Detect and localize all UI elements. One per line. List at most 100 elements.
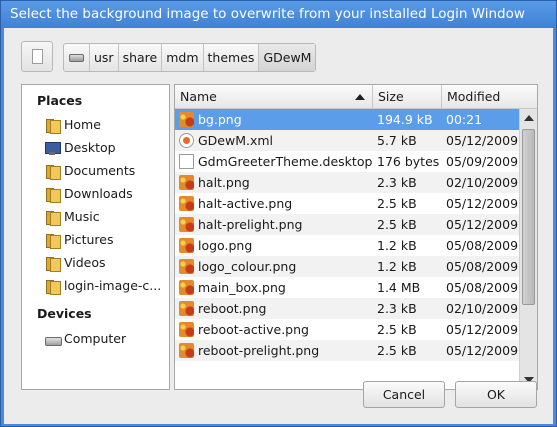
image-file-icon [179,217,194,232]
type-location-button[interactable] [21,41,53,72]
sidebar-item-home[interactable]: Home [44,114,101,135]
sidebar-item-label: login-image-c... [64,278,162,293]
file-row[interactable]: reboot.png 2.3 kB 02/10/2009 [175,298,519,319]
image-file-icon [179,238,194,253]
sidebar-item-label: Documents [64,163,136,178]
devices-header: Devices [37,306,92,321]
file-chooser-dialog: Select the background image to overwrite… [0,0,557,427]
file-size: 2.5 kB [377,343,417,358]
dialog-content: usr share mdm themes GDewM Places Home D… [4,28,553,424]
file-rows: bg.png 194.9 kB 00:21 GDewM.xml 5.7 kB 0… [175,109,519,361]
title-bar[interactable]: Select the background image to overwrite… [1,1,556,28]
folder-icon [44,209,61,226]
sidebar-item-label: Home [64,117,101,132]
path-segment-themes[interactable]: themes [204,44,260,71]
file-name: reboot.png [198,301,267,316]
vertical-scrollbar[interactable] [519,109,537,389]
file-size: 2.3 kB [377,301,417,316]
file-row[interactable]: reboot-prelight.png 2.5 kB 05/12/2009 [175,340,519,361]
path-root-button[interactable] [64,44,90,71]
file-size: 1.4 MB [377,280,421,295]
file-modified: 05/08/2009 [446,238,519,253]
file-row[interactable]: main_box.png 1.4 MB 05/08/2009 [175,277,519,298]
file-name: reboot-prelight.png [198,343,320,358]
file-size: 194.9 kB [377,112,433,127]
scroll-up-icon[interactable] [524,115,534,121]
file-row[interactable]: logo_colour.png 1.2 kB 05/08/2009 [175,256,519,277]
path-segment-gdewm[interactable]: GDewM [259,44,316,71]
file-name: GDewM.xml [198,133,274,148]
desktop-icon [44,140,61,156]
folder-icon [44,278,61,295]
column-header-label: Modified [447,89,501,104]
path-segment-share[interactable]: share [119,44,163,71]
file-modified: 02/10/2009 [446,301,519,316]
scrollbar-thumb[interactable] [522,129,535,305]
column-header-name[interactable]: Name [175,85,373,109]
column-header-label: Size [378,89,404,104]
file-name-cell: logo_colour.png [179,256,374,277]
sidebar-item-computer[interactable]: Computer [44,328,126,349]
cancel-button[interactable]: Cancel [363,381,445,408]
drive-icon [69,54,84,62]
file-size: 176 bytes [377,154,440,169]
file-size: 2.3 kB [377,175,417,190]
sidebar-item-label: Computer [64,331,127,346]
folder-icon [44,232,61,249]
file-modified: 05/09/2009 [446,154,519,169]
image-file-icon [179,343,194,358]
file-name: GdmGreeterTheme.desktop [198,154,373,169]
column-header-label: Name [180,89,217,104]
file-name: reboot-active.png [198,322,309,337]
sidebar-item-pictures[interactable]: Pictures [44,229,114,250]
file-row[interactable]: reboot-active.png 2.5 kB 05/12/2009 [175,319,519,340]
file-row[interactable]: halt-prelight.png 2.5 kB 05/12/2009 [175,214,519,235]
document-icon [32,49,43,64]
sidebar-item-music[interactable]: Music [44,206,100,227]
file-name-cell: main_box.png [179,277,374,298]
computer-icon [44,331,62,347]
file-modified: 05/08/2009 [446,280,519,295]
file-name: halt-active.png [198,196,293,211]
file-name: logo_colour.png [198,259,297,274]
file-name: halt.png [198,175,250,190]
sidebar-item-downloads[interactable]: Downloads [44,183,133,204]
file-row[interactable]: GDewM.xml 5.7 kB 05/12/2009 [175,130,519,151]
path-bar: usr share mdm themes GDewM [63,43,317,72]
path-segment-usr[interactable]: usr [90,44,119,71]
file-row[interactable]: bg.png 194.9 kB 00:21 [175,109,519,130]
file-name-cell: reboot-active.png [179,319,374,340]
file-row[interactable]: halt-active.png 2.5 kB 05/12/2009 [175,193,519,214]
file-modified: 05/08/2009 [446,259,519,274]
file-row[interactable]: GdmGreeterTheme.desktop 176 bytes 05/09/… [175,151,519,172]
sidebar-item-login-image[interactable]: login-image-c... [44,275,161,296]
file-size: 1.2 kB [377,238,417,253]
path-segment-mdm[interactable]: mdm [162,44,204,71]
file-modified: 00:21 [446,112,483,127]
file-name-cell: reboot.png [179,298,374,319]
column-header-modified[interactable]: Modified [442,85,537,109]
file-row[interactable]: logo.png 1.2 kB 05/08/2009 [175,235,519,256]
file-size: 2.5 kB [377,196,417,211]
file-modified: 05/12/2009 [446,322,519,337]
text-file-icon [179,154,194,169]
ok-button[interactable]: OK [455,381,537,408]
xml-file-icon [179,133,194,148]
sidebar-item-videos[interactable]: Videos [44,252,106,273]
file-modified: 05/12/2009 [446,196,519,211]
file-size: 2.5 kB [377,322,417,337]
file-size: 2.5 kB [377,217,417,232]
file-row[interactable]: halt.png 2.3 kB 02/10/2009 [175,172,519,193]
sidebar-item-desktop[interactable]: Desktop [44,137,116,158]
file-modified: 05/12/2009 [446,217,519,232]
sidebar-item-label: Videos [64,255,106,270]
file-name-cell: logo.png [179,235,374,256]
column-header-size[interactable]: Size [373,85,442,109]
file-name-cell: reboot-prelight.png [179,340,374,361]
sidebar-item-documents[interactable]: Documents [44,160,135,181]
image-file-icon [179,322,194,337]
file-size: 1.2 kB [377,259,417,274]
home-folder-icon [44,117,61,134]
file-size: 5.7 kB [377,133,417,148]
sort-ascending-icon [355,94,365,100]
